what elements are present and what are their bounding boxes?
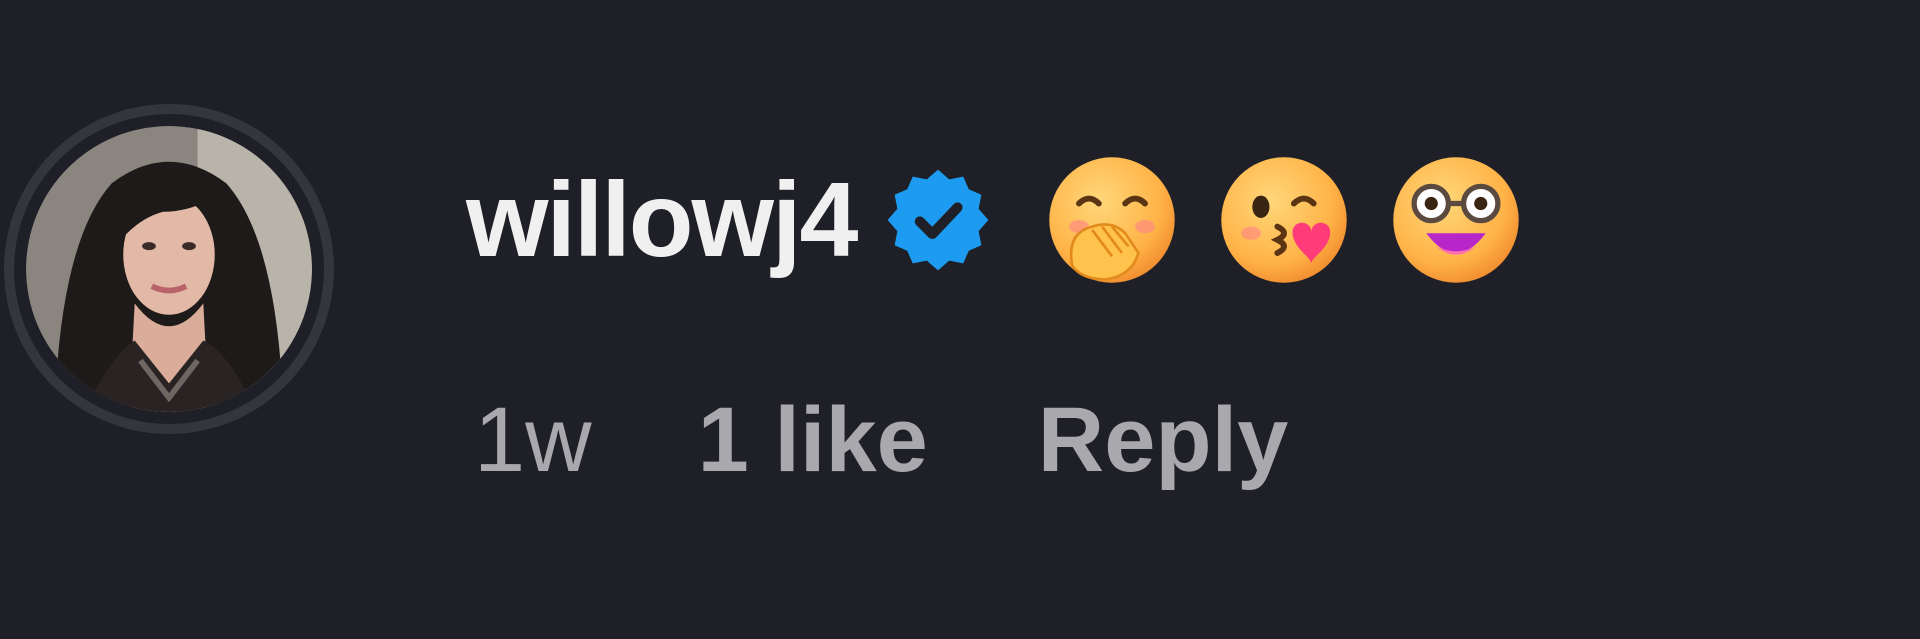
nerd-face-with-glasses-icon bbox=[1393, 157, 1520, 283]
username[interactable]: willowj4 bbox=[466, 167, 858, 273]
comment: willowj4 1w 1 like Reply bbox=[0, 0, 1920, 639]
timestamp[interactable]: 1w bbox=[474, 394, 592, 486]
comment-header: willowj4 bbox=[466, 150, 1522, 290]
face-blowing-a-kiss-icon bbox=[1221, 157, 1348, 283]
comment-meta: 1w 1 like Reply bbox=[474, 390, 1288, 490]
face-with-hand-over-mouth-icon bbox=[1049, 157, 1176, 283]
avatar[interactable] bbox=[26, 126, 312, 412]
verified-badge-icon bbox=[888, 169, 989, 271]
like-count[interactable]: 1 like bbox=[698, 394, 928, 486]
reply-button[interactable]: Reply bbox=[1038, 394, 1289, 486]
avatar-ring[interactable] bbox=[4, 104, 334, 434]
